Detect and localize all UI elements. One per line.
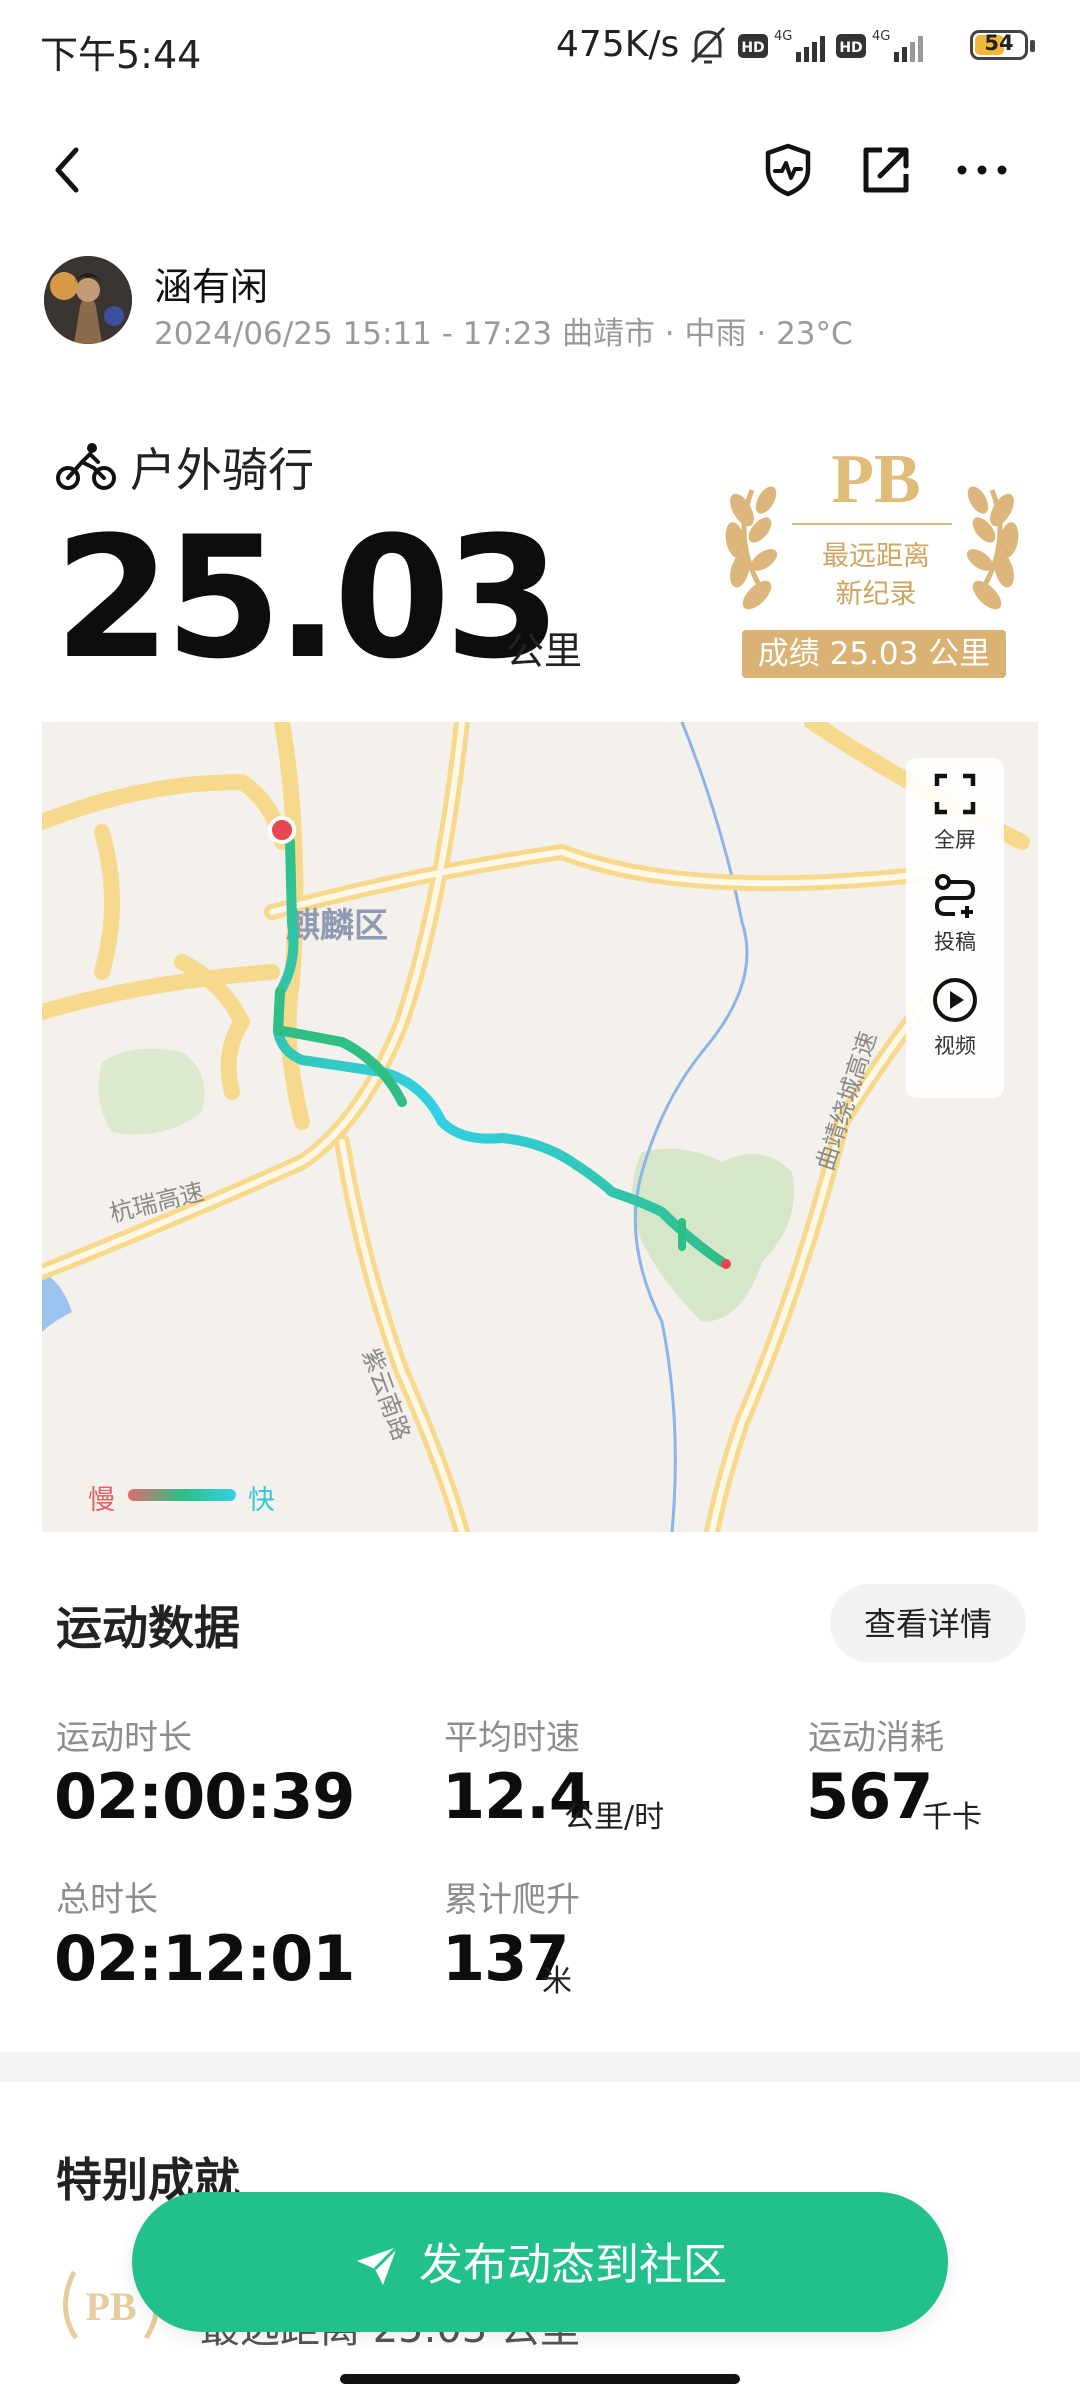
view-details-button[interactable]: 查看详情 <box>830 1584 1026 1662</box>
stat-unit: 公里/时 <box>564 1800 665 1835</box>
svg-text:PB: PB <box>85 2284 136 2329</box>
stat-unit: 米 <box>542 1964 572 1999</box>
activity-meta: 2024/06/25 15:11 - 17:23 曲靖市 · 中雨 · 23°C <box>154 316 853 352</box>
svg-text:HD: HD <box>839 40 862 56</box>
legend-fast: 快 <box>248 1485 275 1516</box>
stat-label: 运动时长 <box>56 1718 192 1758</box>
road-label-ring: 曲靖绕城高速 <box>811 1028 882 1174</box>
fullscreen-icon <box>934 773 976 815</box>
user-name[interactable]: 涵有闲 <box>154 256 268 311</box>
svg-text:4G: 4G <box>774 29 792 44</box>
video-button[interactable]: 视频 <box>906 976 1004 1060</box>
svg-text:4G: 4G <box>872 29 890 44</box>
pb-letters: PB <box>831 441 921 518</box>
status-time: 下午5:44 <box>40 33 202 77</box>
activity-type: 户外骑行 <box>130 443 314 497</box>
bicycle-icon <box>56 443 116 490</box>
end-marker <box>721 1259 731 1269</box>
share-icon[interactable] <box>856 140 916 200</box>
stat-label: 累计爬升 <box>444 1880 580 1920</box>
submit-route-button[interactable]: 投稿 <box>906 872 1004 956</box>
legend-slow: 慢 <box>88 1485 115 1516</box>
send-icon <box>357 2246 399 2286</box>
distance-value: 25.03 <box>54 500 561 696</box>
network-speed: 475K/s <box>556 24 680 65</box>
district-label: 麒麟区 <box>286 906 388 946</box>
home-indicator[interactable] <box>340 2374 740 2384</box>
stat-value: 567 <box>806 1760 933 1833</box>
speed-legend-bar <box>128 1489 236 1501</box>
publish-label: 发布动态到社区 <box>419 2240 727 2290</box>
route-map[interactable]: 麒麟区 杭瑞高速 紫云南路 曲靖绕城高速 <box>42 722 1038 1532</box>
publish-to-community-button[interactable]: 发布动态到社区 <box>132 2192 948 2332</box>
shield-heart-icon[interactable] <box>758 140 818 200</box>
fullscreen-label: 全屏 <box>934 828 976 852</box>
stat-value: 02:12:01 <box>54 1922 355 1995</box>
distance-unit: 公里 <box>506 629 583 673</box>
video-label: 视频 <box>934 1034 976 1058</box>
stat-label: 运动消耗 <box>808 1718 944 1758</box>
fullscreen-button[interactable]: 全屏 <box>906 770 1004 854</box>
hd-icon: HD <box>738 34 768 58</box>
avatar[interactable] <box>44 256 132 344</box>
stat-unit: 千卡 <box>922 1800 982 1835</box>
more-icon[interactable] <box>952 140 1012 200</box>
play-video-icon <box>933 978 977 1022</box>
pb-subtitle: 新纪录 <box>835 579 917 610</box>
stats-title: 运动数据 <box>56 1601 240 1655</box>
status-bar: 下午5:44 475K/s HD 4G HD 4G 54 <box>0 0 1080 96</box>
pb-title: 最远距离 <box>822 541 930 572</box>
stat-label: 总时长 <box>56 1880 158 1920</box>
route-submit-icon <box>934 874 976 918</box>
pb-score: 成绩 25.03 公里 <box>742 630 1006 678</box>
svg-text:HD: HD <box>741 40 764 56</box>
signal-icon: 4G <box>774 29 825 62</box>
back-icon[interactable] <box>40 140 100 200</box>
battery-level: 54 <box>984 31 1014 55</box>
hd-icon-2: HD <box>836 34 866 58</box>
park-area-2 <box>632 1148 794 1322</box>
signal-icon-2: 4G <box>872 29 923 62</box>
mute-bell-icon <box>690 26 726 64</box>
stat-label: 平均时速 <box>444 1718 580 1758</box>
section-divider <box>0 2052 1080 2082</box>
battery-cap <box>1030 40 1035 52</box>
stat-value: 02:00:39 <box>54 1760 355 1833</box>
submit-label: 投稿 <box>934 930 976 954</box>
battery-icon: 54 <box>970 30 1028 60</box>
status-icons: HD 4G HD 4G <box>690 26 923 64</box>
start-marker <box>268 816 296 844</box>
park-area <box>98 1048 205 1135</box>
